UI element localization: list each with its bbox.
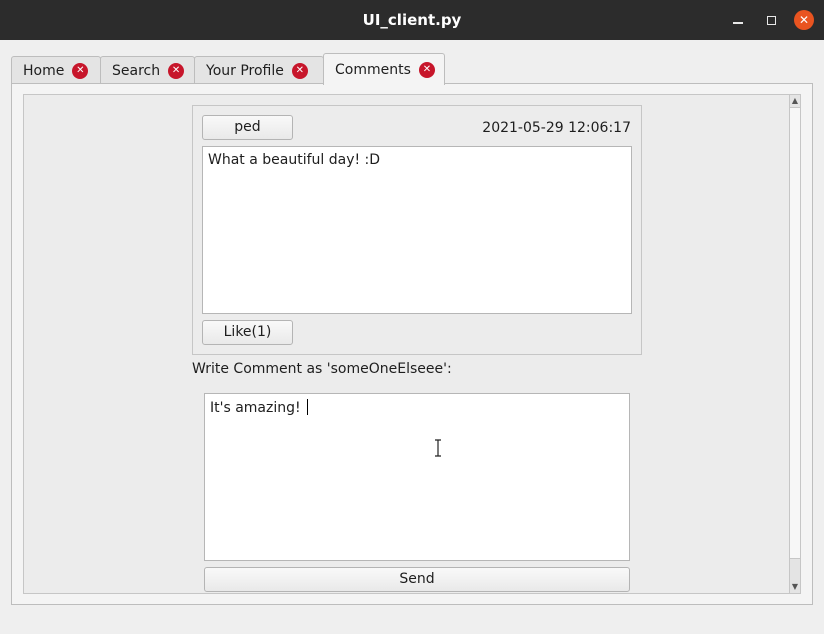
tab-label: Comments: [335, 61, 411, 78]
post-timestamp: 2021-05-29 12:06:17: [482, 120, 631, 136]
send-button[interactable]: Send: [204, 567, 630, 592]
tab-home[interactable]: Home ✕: [11, 56, 101, 84]
text-caret: [307, 399, 309, 415]
minimize-button[interactable]: [728, 10, 748, 30]
comment-text: It's amazing!: [210, 400, 306, 416]
close-circle-icon[interactable]: ✕: [418, 61, 435, 78]
maximize-icon: [766, 15, 776, 25]
tab-panel: ped 2021-05-29 12:06:17 What a beautiful…: [11, 83, 813, 605]
post-content: What a beautiful day! :D: [202, 146, 632, 314]
scroll-down-arrow-icon[interactable]: ▼: [790, 581, 800, 593]
tab-label: Home: [23, 62, 65, 79]
comment-prompt: Write Comment as 'someOneElseee':: [192, 361, 452, 377]
close-icon: ✕: [798, 13, 810, 27]
like-button[interactable]: Like(1): [202, 320, 293, 345]
minimize-icon: [733, 22, 743, 24]
close-circle-icon[interactable]: ✕: [168, 62, 185, 79]
close-button[interactable]: ✕: [794, 10, 814, 30]
author-button[interactable]: ped: [202, 115, 293, 140]
post-card: ped 2021-05-29 12:06:17 What a beautiful…: [192, 105, 642, 355]
title-bar: UI_client.py ✕: [0, 0, 824, 40]
tab-label: Your Profile: [206, 62, 284, 79]
tab-your-profile[interactable]: Your Profile ✕: [194, 56, 324, 84]
main-window: Home ✕ Search ✕ Your Profile ✕ Comments …: [0, 40, 824, 634]
maximize-button[interactable]: [761, 10, 781, 30]
comment-input[interactable]: It's amazing!: [204, 393, 630, 561]
scroll-up-arrow-icon[interactable]: ▲: [790, 95, 800, 107]
tab-comments[interactable]: Comments ✕: [323, 53, 445, 85]
text-cursor-icon: [435, 439, 441, 457]
tab-search[interactable]: Search ✕: [100, 56, 195, 84]
scrollbar-thumb[interactable]: [790, 107, 800, 559]
close-circle-icon[interactable]: ✕: [72, 62, 89, 79]
close-circle-icon[interactable]: ✕: [291, 62, 308, 79]
window-title: UI_client.py: [362, 11, 462, 29]
comments-scroll-area[interactable]: ped 2021-05-29 12:06:17 What a beautiful…: [23, 94, 801, 594]
vertical-scrollbar[interactable]: ▲ ▼: [789, 94, 801, 594]
tab-label: Search: [112, 62, 161, 79]
